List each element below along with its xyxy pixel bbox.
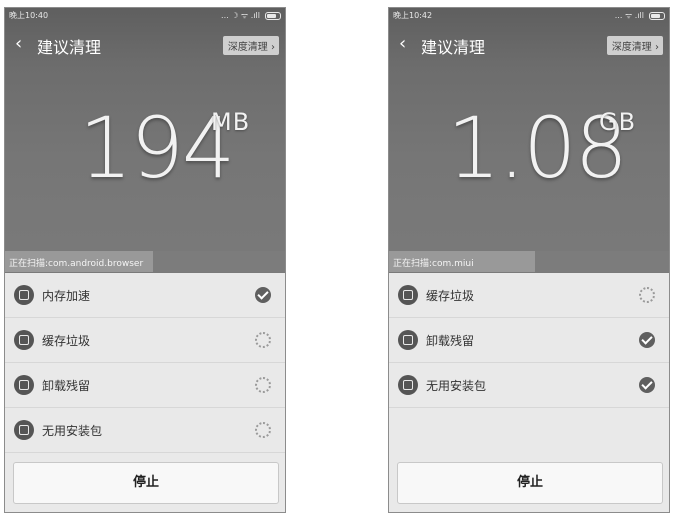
download-box-icon [398, 285, 418, 305]
scan-progress-bar: 正在扫描:com.android.browser [5, 251, 285, 272]
check-done-icon [639, 377, 655, 393]
loading-spinner-icon [255, 332, 271, 348]
deep-clean-button[interactable]: 深度清理 › [222, 36, 279, 55]
status-time: 晚上10:42 [393, 11, 433, 20]
document-icon [398, 330, 418, 350]
hero-panel: 晚上10:42 ... ᯤ .ıll ‹ 建议清理 深度清理 › 1.08 GB… [389, 8, 669, 273]
page-title: 建议清理 [421, 38, 486, 57]
status-icons: ... ᯤ .ıll [615, 10, 665, 21]
back-chevron-icon[interactable]: ‹ [399, 33, 406, 54]
junk-size-display: 194 MB [5, 100, 285, 210]
cleanup-task-list: 内存加速 缓存垃圾 卸载残留 无用安装包 [5, 273, 285, 453]
phone-screen-right: 晚上10:42 ... ᯤ .ıll ‹ 建议清理 深度清理 › 1.08 GB… [388, 7, 670, 513]
speedometer-icon [14, 285, 34, 305]
hero-panel: 晚上10:40 ... ☽ ᯤ .ıll ‹ 建议清理 深度清理 › 194 M… [5, 8, 285, 273]
scan-status-text: 正在扫描:com.android.browser [9, 259, 144, 269]
cleanup-task-list: 缓存垃圾 卸载残留 无用安装包 [389, 273, 669, 408]
task-row[interactable]: 缓存垃圾 [389, 273, 669, 318]
back-chevron-icon[interactable]: ‹ [15, 33, 22, 54]
junk-size-display: 1.08 GB [389, 100, 669, 210]
task-row[interactable]: 无用安装包 [5, 408, 285, 453]
task-label: 缓存垃圾 [42, 334, 91, 348]
stop-button[interactable]: 停止 [397, 462, 663, 504]
task-label: 卸载残留 [42, 379, 91, 393]
status-bar: 晚上10:42 ... ᯤ .ıll [389, 8, 669, 22]
phone-screen-left: 晚上10:40 ... ☽ ᯤ .ıll ‹ 建议清理 深度清理 › 194 M… [4, 7, 286, 513]
task-label: 无用安装包 [42, 424, 103, 438]
task-label: 缓存垃圾 [426, 289, 475, 303]
status-time: 晚上10:40 [9, 11, 49, 20]
task-label: 无用安装包 [426, 379, 487, 393]
status-icons: ... ☽ ᯤ .ıll [221, 10, 281, 21]
task-row[interactable]: 卸载残留 [389, 318, 669, 363]
check-done-icon [255, 287, 271, 303]
task-label: 内存加速 [42, 289, 91, 303]
signal-icons: ... ☽ ᯤ .ıll [221, 11, 260, 20]
document-icon [14, 375, 34, 395]
download-box-icon [14, 330, 34, 350]
loading-spinner-icon [639, 287, 655, 303]
scan-progress-bar: 正在扫描:com.miui [389, 251, 669, 272]
battery-icon [649, 11, 665, 20]
page-title: 建议清理 [37, 38, 102, 57]
folder-icon [398, 375, 418, 395]
loading-spinner-icon [255, 422, 271, 438]
task-label: 卸载残留 [426, 334, 475, 348]
battery-icon [265, 11, 281, 20]
scan-status-text: 正在扫描:com.miui [393, 259, 474, 269]
folder-icon [14, 420, 34, 440]
loading-spinner-icon [255, 377, 271, 393]
status-bar: 晚上10:40 ... ☽ ᯤ .ıll [5, 8, 285, 22]
deep-clean-button[interactable]: 深度清理 › [606, 36, 663, 55]
title-bar: ‹ 建议清理 深度清理 › [5, 30, 285, 60]
title-bar: ‹ 建议清理 深度清理 › [389, 30, 669, 60]
stop-button[interactable]: 停止 [13, 462, 279, 504]
task-row[interactable]: 无用安装包 [389, 363, 669, 408]
junk-size-unit: MB [211, 108, 251, 136]
task-row[interactable]: 内存加速 [5, 273, 285, 318]
task-row[interactable]: 卸载残留 [5, 363, 285, 408]
check-done-icon [639, 332, 655, 348]
junk-size-unit: GB [599, 108, 637, 136]
task-row[interactable]: 缓存垃圾 [5, 318, 285, 363]
signal-icons: ... ᯤ .ıll [614, 11, 644, 20]
